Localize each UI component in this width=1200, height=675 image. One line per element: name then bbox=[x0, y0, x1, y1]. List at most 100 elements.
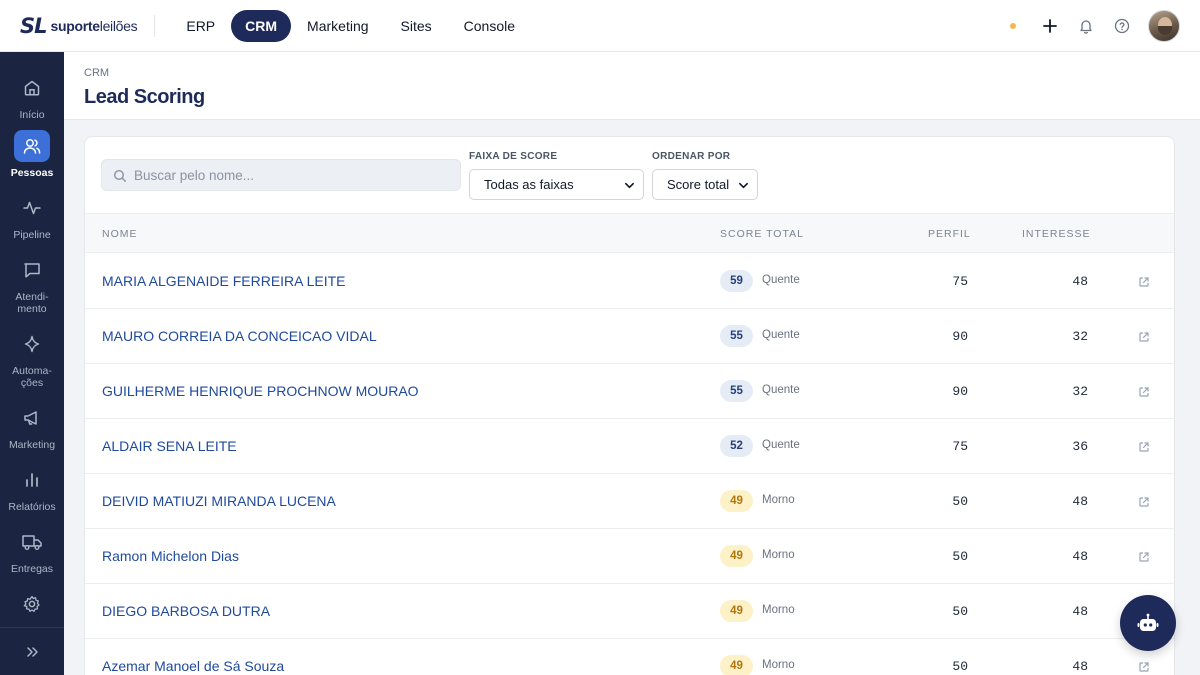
lead-name-link[interactable]: DIEGO BARBOSA DUTRA bbox=[102, 603, 270, 619]
table-row[interactable]: DIEGO BARBOSA DUTRA 49 Morno 50 48 bbox=[85, 584, 1174, 639]
sidebar-item-marketing[interactable]: Marketing bbox=[0, 402, 64, 451]
score-level: Morno bbox=[762, 659, 795, 671]
search-icon bbox=[113, 169, 126, 182]
score-badge: 59 bbox=[720, 270, 753, 292]
interest-score: 48 bbox=[1072, 549, 1088, 564]
plus-icon[interactable] bbox=[1040, 16, 1060, 36]
brand-mark: SL bbox=[20, 13, 47, 38]
external-link-icon[interactable] bbox=[1138, 660, 1150, 675]
sidebar-item-label: Marketing bbox=[8, 439, 56, 451]
column-header-profile[interactable]: PERFIL bbox=[928, 228, 971, 240]
order-label: ORDENAR POR bbox=[652, 151, 731, 162]
breadcrumb[interactable]: CRM bbox=[84, 67, 109, 79]
assistant-button[interactable] bbox=[1120, 595, 1176, 651]
column-header-score[interactable]: SCORE TOTAL bbox=[720, 228, 804, 240]
robot-icon bbox=[1137, 613, 1159, 631]
score-range-label: FAIXA DE SCORE bbox=[469, 151, 558, 162]
table-row[interactable]: GUILHERME HENRIQUE PROCHNOW MOURAO 55 Quen… bbox=[85, 364, 1174, 419]
lead-name-link[interactable]: DEIVID MATIUZI MIRANDA LUCENA bbox=[102, 493, 336, 509]
lead-name-link[interactable]: Azemar Manoel de Sá Souza bbox=[102, 658, 284, 674]
sidebar-item-relatorios[interactable]: Relatórios bbox=[0, 464, 64, 513]
brand-logo[interactable]: SL suporteleilões bbox=[20, 0, 138, 52]
bell-icon[interactable] bbox=[1076, 16, 1096, 36]
gear-icon bbox=[14, 588, 50, 620]
search-box bbox=[101, 159, 461, 191]
profile-score: 50 bbox=[952, 659, 968, 674]
interest-score: 32 bbox=[1072, 329, 1088, 344]
score-level: Quente bbox=[762, 439, 800, 451]
sidebar-item-settings[interactable] bbox=[0, 588, 64, 620]
profile-score: 90 bbox=[952, 329, 968, 344]
chevron-down-icon bbox=[739, 182, 748, 189]
divider bbox=[154, 14, 156, 37]
external-link-icon[interactable] bbox=[1138, 495, 1150, 513]
score-badge: 49 bbox=[720, 655, 753, 675]
score-badge: 55 bbox=[720, 380, 753, 402]
table-row[interactable]: DEIVID MATIUZI MIRANDA LUCENA 49 Morno 50 48 bbox=[85, 474, 1174, 529]
score-level: Morno bbox=[762, 549, 795, 561]
sidebar-item-inicio[interactable]: Início bbox=[0, 72, 64, 121]
pulse-icon bbox=[14, 192, 50, 224]
score-badge: 55 bbox=[720, 325, 753, 347]
avatar[interactable] bbox=[1148, 10, 1180, 42]
sidebar-item-automacoes[interactable]: Automa- ções bbox=[0, 328, 64, 389]
module-nav: ERP CRM Marketing Sites Console bbox=[170, 9, 531, 42]
score-level: Quente bbox=[762, 274, 800, 286]
sidebar-item-label: Pessoas bbox=[10, 167, 54, 179]
double-chevron-right-icon bbox=[27, 646, 38, 657]
score-badge: 49 bbox=[720, 490, 753, 512]
table-row[interactable]: MARIA ALGENAIDE FERREIRA LEITE 59 Quente 75… bbox=[85, 254, 1174, 309]
table-row[interactable]: ALDAIR SENA LEITE 52 Quente 75 36 bbox=[85, 419, 1174, 474]
sidebar-item-label: Automa- ções bbox=[12, 365, 52, 389]
profile-score: 75 bbox=[952, 439, 968, 454]
lead-name-link[interactable]: Ramon Michelon Dias bbox=[102, 548, 239, 564]
module-tab-erp[interactable]: ERP bbox=[170, 10, 231, 42]
column-header-interest[interactable]: INTERESSE bbox=[1022, 228, 1091, 240]
bar-chart-icon bbox=[14, 464, 50, 496]
external-link-icon[interactable] bbox=[1138, 550, 1150, 568]
interest-score: 48 bbox=[1072, 659, 1088, 674]
sidebar-collapse-button[interactable] bbox=[0, 627, 64, 675]
interest-score: 32 bbox=[1072, 384, 1088, 399]
column-header-name[interactable]: NOME bbox=[102, 228, 138, 240]
lead-name-link[interactable]: MAURO CORREIA DA CONCEICAO VIDAL bbox=[102, 328, 377, 344]
lead-name-link[interactable]: GUILHERME HENRIQUE PROCHNOW MOURAO bbox=[102, 383, 419, 399]
avatar-beard bbox=[1158, 26, 1172, 35]
score-range-value: Todas as faixas bbox=[484, 177, 574, 192]
status-dot bbox=[1010, 23, 1016, 29]
lead-name-link[interactable]: MARIA ALGENAIDE FERREIRA LEITE bbox=[102, 273, 346, 289]
interest-score: 48 bbox=[1072, 274, 1088, 289]
score-level: Morno bbox=[762, 604, 795, 616]
module-tab-crm[interactable]: CRM bbox=[231, 9, 292, 42]
people-icon bbox=[14, 130, 50, 162]
lead-scoring-card: FAIXA DE SCORE Todas as faixas ORDENAR P… bbox=[84, 136, 1175, 675]
table-header: NOME SCORE TOTAL PERFIL INTERESSE bbox=[85, 213, 1174, 253]
external-link-icon[interactable] bbox=[1138, 385, 1150, 403]
lead-name-link[interactable]: ALDAIR SENA LEITE bbox=[102, 438, 237, 454]
table-row[interactable]: MAURO CORREIA DA CONCEICAO VIDAL 55 Quente… bbox=[85, 309, 1174, 364]
module-tab-sites[interactable]: Sites bbox=[385, 10, 448, 42]
table-row[interactable]: Ramon Michelon Dias 49 Morno 50 48 bbox=[85, 529, 1174, 584]
interest-score: 48 bbox=[1072, 604, 1088, 619]
external-link-icon[interactable] bbox=[1138, 440, 1150, 458]
sidebar-item-pipeline[interactable]: Pipeline bbox=[0, 192, 64, 241]
score-range-select[interactable]: Todas as faixas bbox=[469, 169, 644, 200]
profile-score: 50 bbox=[952, 549, 968, 564]
module-tab-console[interactable]: Console bbox=[448, 10, 531, 42]
search-input[interactable] bbox=[134, 160, 454, 190]
external-link-icon[interactable] bbox=[1138, 275, 1150, 293]
sidebar-item-entregas[interactable]: Entregas bbox=[0, 526, 64, 575]
sidebar-item-label: Pipeline bbox=[13, 229, 51, 241]
table-row[interactable]: Azemar Manoel de Sá Souza 49 Morno 50 48 bbox=[85, 639, 1174, 675]
order-select[interactable]: Score total bbox=[652, 169, 758, 200]
module-tab-marketing[interactable]: Marketing bbox=[291, 10, 384, 42]
sidebar-item-atendimento[interactable]: Atendi- mento bbox=[0, 254, 64, 315]
sidebar-item-pessoas[interactable]: Pessoas bbox=[0, 130, 64, 179]
top-actions bbox=[1010, 0, 1180, 52]
score-badge: 52 bbox=[720, 435, 753, 457]
score-badge: 49 bbox=[720, 545, 753, 567]
help-icon[interactable] bbox=[1112, 16, 1132, 36]
page-header: CRM Lead Scoring bbox=[64, 52, 1200, 120]
order-value: Score total bbox=[667, 177, 730, 192]
external-link-icon[interactable] bbox=[1138, 330, 1150, 348]
